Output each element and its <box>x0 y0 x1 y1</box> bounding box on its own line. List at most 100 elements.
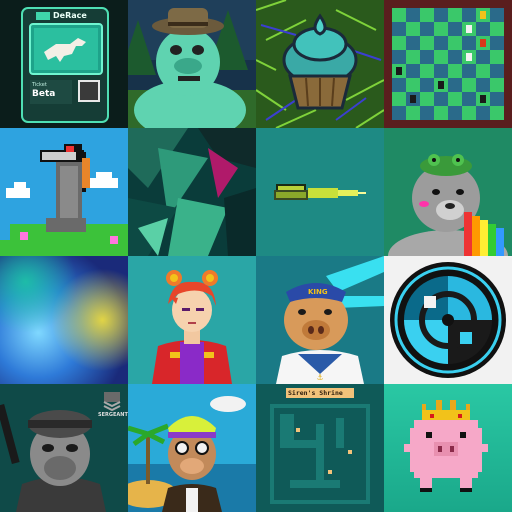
chess-square <box>392 106 406 120</box>
chess-square <box>434 36 448 50</box>
svg-text:⚓: ⚓ <box>316 373 323 382</box>
chess-square <box>420 106 434 120</box>
soldier-ape-icon <box>0 384 128 512</box>
chess-square <box>448 8 462 22</box>
chess-square <box>406 22 420 36</box>
pixel-map-icon <box>256 384 384 512</box>
anime-girl-icon <box>128 256 256 384</box>
chess-square <box>406 8 420 22</box>
sailor-cap-text: KING <box>308 288 328 296</box>
chess-square <box>420 36 434 50</box>
ranger-hat-monster-icon <box>128 0 256 128</box>
chess-square <box>448 78 462 92</box>
chess-square <box>392 8 406 22</box>
chess-piece <box>480 11 486 19</box>
chess-square <box>392 92 406 106</box>
chess-square <box>434 106 448 120</box>
tile-pixel-map[interactable]: Siren's Shrine <box>256 384 384 512</box>
chess-square <box>490 64 504 78</box>
chess-square <box>434 22 448 36</box>
tile-frog-hat-dog[interactable] <box>384 128 512 256</box>
chess-square <box>392 78 406 92</box>
tile-blurry-gradient[interactable] <box>0 256 128 384</box>
chess-square <box>462 8 476 22</box>
chess-piece <box>438 81 444 89</box>
pixel-pig-crown-icon <box>384 384 512 512</box>
chess-square <box>462 36 476 50</box>
tile-abstract-green[interactable] <box>128 128 256 256</box>
tile-ranger-monster[interactable] <box>128 0 256 128</box>
derace-ticket-value: Beta <box>32 89 56 99</box>
beach-ape-icon <box>128 384 256 512</box>
chess-square <box>420 92 434 106</box>
chess-square <box>392 50 406 64</box>
map-title: Siren's Shrine <box>288 389 343 397</box>
chess-square <box>434 8 448 22</box>
chess-square <box>462 92 476 106</box>
tile-sailor-pig[interactable]: ⚓ KING <box>256 256 384 384</box>
soldier-rank-label: SERGEANT <box>98 412 128 418</box>
chess-square <box>448 64 462 78</box>
chess-square <box>490 92 504 106</box>
chess-square <box>476 50 490 64</box>
derace-ticket-label: Ticket <box>32 82 47 88</box>
chess-piece <box>396 67 402 75</box>
tile-anime-girl[interactable] <box>128 256 256 384</box>
tile-pixel-rocket[interactable] <box>256 128 384 256</box>
nft-gallery-grid: DeRace Ticket Beta ⚓ KING SERGEANT Siren… <box>0 0 512 512</box>
derace-brand-label: DeRace <box>53 11 87 20</box>
radial-pattern-icon <box>384 256 512 384</box>
chess-square <box>490 106 504 120</box>
chess-square <box>434 92 448 106</box>
tile-soldier-ape[interactable]: SERGEANT <box>0 384 128 512</box>
tile-pixel-horse[interactable] <box>0 128 128 256</box>
chess-piece <box>466 25 472 33</box>
chess-piece <box>480 95 486 103</box>
tile-radial-pattern[interactable] <box>384 256 512 384</box>
abstract-green-icon <box>128 128 256 256</box>
chess-square <box>406 36 420 50</box>
chess-square <box>448 106 462 120</box>
pixel-horse-icon <box>0 128 128 256</box>
chess-square <box>420 8 434 22</box>
chess-square <box>462 106 476 120</box>
tile-chess-board[interactable] <box>384 0 512 128</box>
chess-square <box>392 36 406 50</box>
cupcake-icon <box>256 0 384 128</box>
tile-beach-ape[interactable] <box>128 384 256 512</box>
chess-board-icon <box>384 0 512 128</box>
chess-square <box>462 64 476 78</box>
frog-hat-dog-icon <box>384 128 512 256</box>
chess-square <box>392 22 406 36</box>
chess-square <box>462 78 476 92</box>
chess-square <box>448 22 462 36</box>
chess-square <box>490 22 504 36</box>
tile-derace-ticket[interactable]: DeRace Ticket Beta <box>0 0 128 128</box>
sailor-pig-icon: ⚓ <box>256 256 384 384</box>
chess-square <box>406 50 420 64</box>
chess-square <box>448 92 462 106</box>
chess-square <box>434 64 448 78</box>
chess-square <box>490 36 504 50</box>
chess-square <box>476 78 490 92</box>
chess-square <box>448 50 462 64</box>
chess-square <box>406 106 420 120</box>
chess-square <box>406 64 420 78</box>
tile-pixel-pig-crown[interactable] <box>384 384 512 512</box>
tile-cupcake[interactable] <box>256 0 384 128</box>
chess-piece <box>480 39 486 47</box>
chess-square <box>420 64 434 78</box>
chess-square <box>490 78 504 92</box>
chess-square <box>434 50 448 64</box>
chess-piece <box>410 95 416 103</box>
chess-square <box>490 50 504 64</box>
chess-square <box>420 22 434 36</box>
chess-square <box>406 78 420 92</box>
chess-square <box>420 50 434 64</box>
blurry-gradient-icon <box>0 256 128 384</box>
chess-square <box>420 78 434 92</box>
chess-square <box>476 22 490 36</box>
chess-piece <box>466 53 472 61</box>
chess-square <box>476 64 490 78</box>
chess-square <box>476 106 490 120</box>
